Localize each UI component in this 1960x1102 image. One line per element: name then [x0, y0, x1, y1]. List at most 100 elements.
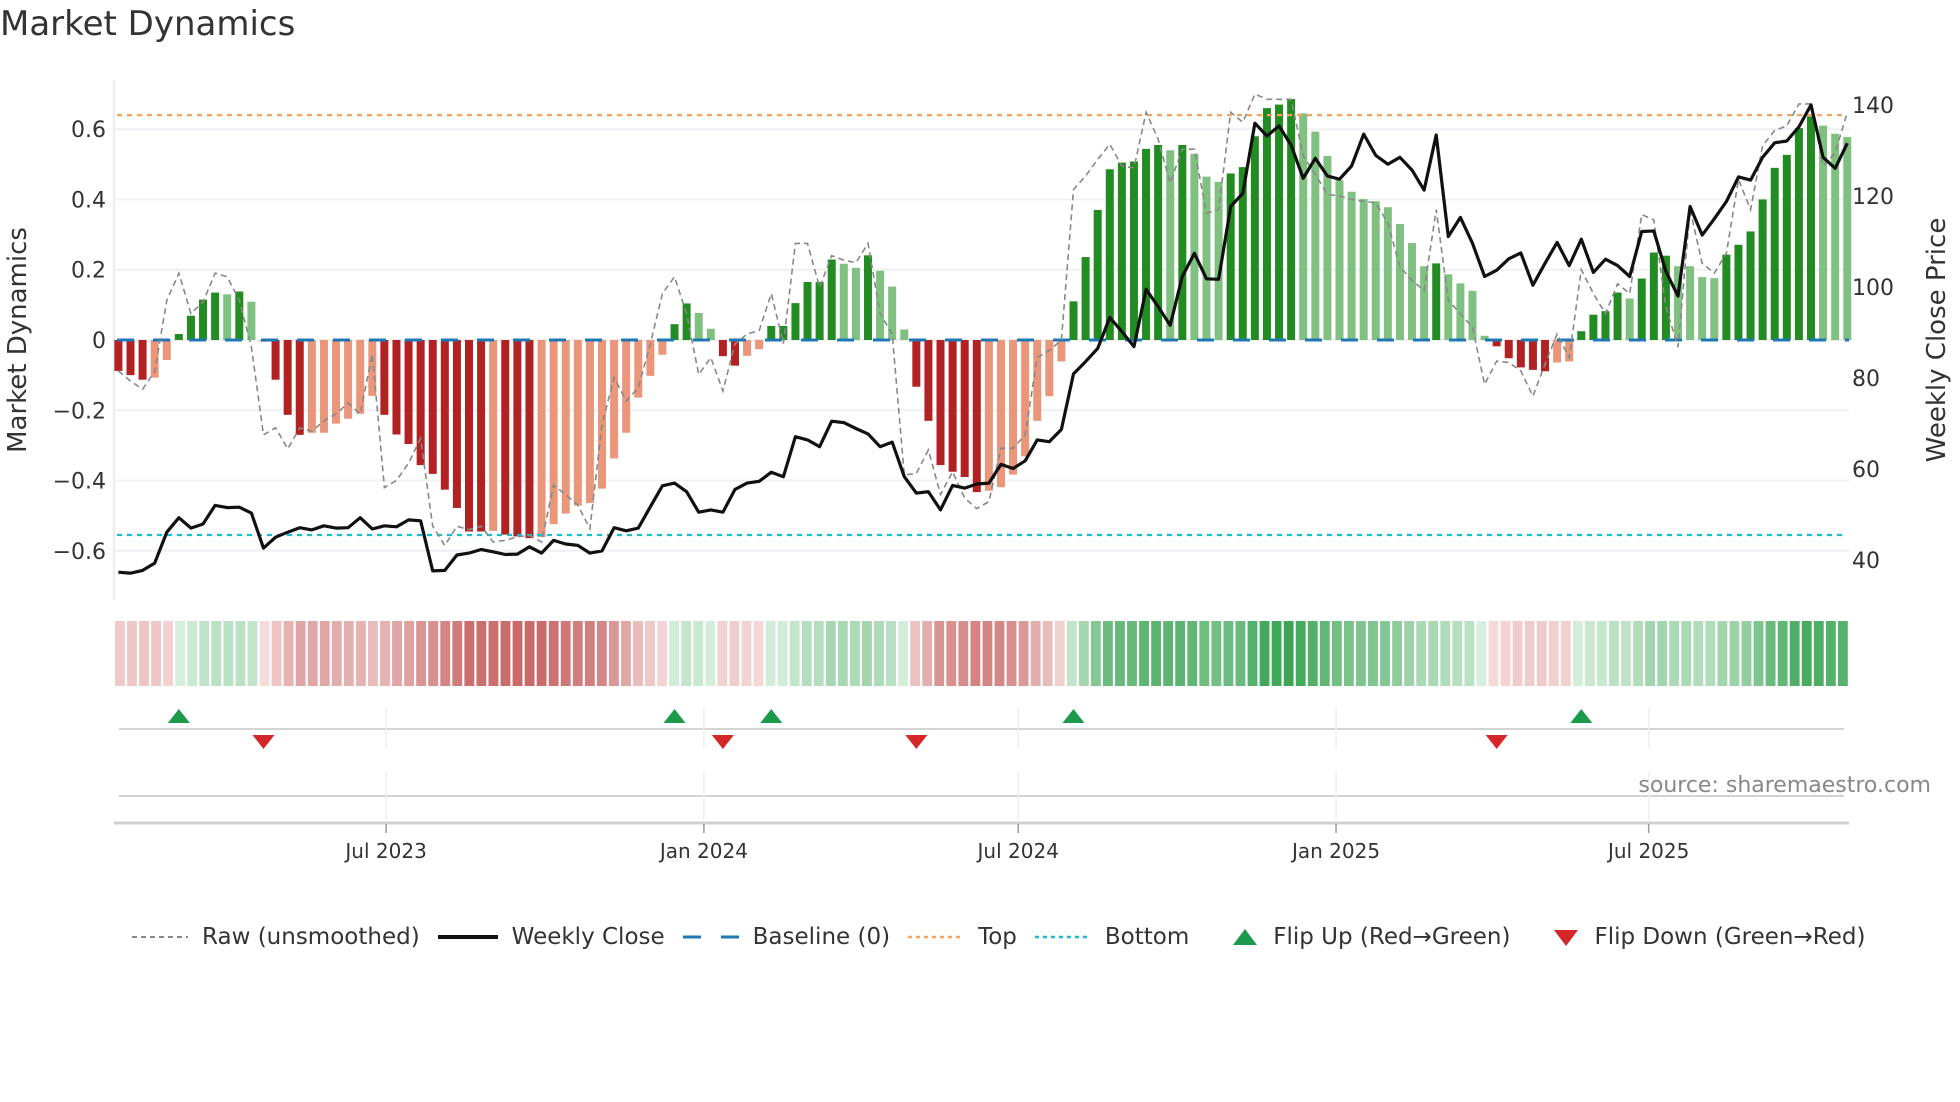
dynamics-bar [1770, 167, 1779, 340]
heat-cell [813, 621, 824, 686]
dynamics-bar [706, 328, 715, 340]
series-lines [117, 93, 1849, 575]
heat-cell [368, 621, 378, 686]
dynamics-bar [1601, 311, 1610, 340]
dynamics-bar [223, 294, 232, 340]
dynamics-bar [1589, 314, 1598, 340]
heat-cell [849, 621, 860, 686]
dynamics-bar [247, 301, 256, 340]
dynamics-bar [174, 334, 183, 340]
dynamics-bar [658, 340, 667, 355]
heat-cell [1488, 621, 1499, 686]
heat-cell [1054, 621, 1065, 686]
heat-cell [1127, 621, 1137, 686]
dynamics-bar [585, 340, 594, 504]
dynamics-bar [767, 325, 776, 340]
dynamics-bar [1299, 113, 1308, 340]
heat-cell [717, 621, 728, 686]
flip-down-marker [252, 735, 275, 749]
dynamics-bar [1710, 278, 1719, 340]
y-tick-label: −0.6 [53, 540, 106, 565]
heat-cell [235, 621, 246, 686]
heat-cell [946, 621, 957, 686]
heat-cell [1416, 621, 1427, 686]
heat-cell [560, 621, 571, 686]
dynamics-bar [1117, 162, 1126, 340]
dynamics-bar [1287, 98, 1296, 340]
heat-cell [1343, 621, 1354, 686]
y-tick-label: −0.2 [53, 399, 106, 424]
heat-cell [777, 621, 788, 686]
heat-cell [1090, 621, 1101, 686]
heat-cell [729, 621, 740, 686]
dynamics-bar [513, 340, 522, 537]
heat-cell [1813, 621, 1824, 686]
dynamics-bar [1323, 155, 1332, 340]
heat-cell [1404, 621, 1415, 686]
flip-markers [119, 709, 1844, 797]
dynamics-bar [525, 340, 534, 539]
heat-cell [476, 621, 487, 686]
x-axis: Jul 2023 Jan 2024 Jul 2024 Jan 2025 Jul 2025 [114, 708, 1849, 863]
dynamics-bar [271, 340, 280, 380]
heat-cell [1476, 621, 1487, 686]
dynamics-bar [1226, 173, 1235, 340]
heat-cell [1078, 621, 1089, 686]
heat-cell [548, 621, 559, 686]
dynamics-bar [863, 255, 872, 340]
heat-cell [958, 621, 969, 686]
dynamics-bar [404, 340, 413, 444]
heat-cell [163, 621, 174, 686]
dynamics-bar [755, 340, 764, 350]
dynamics-bar [791, 303, 800, 340]
heat-cell [1765, 621, 1776, 686]
dynamics-bar [1359, 199, 1368, 340]
dynamics-bar [610, 340, 619, 459]
heat-cell [151, 621, 161, 686]
heat-cell [898, 621, 909, 686]
heat-cell [1584, 621, 1595, 686]
heat-cell [1247, 621, 1258, 686]
source-label: source: sharemaestro.com [1638, 773, 1931, 798]
dynamics-bar [694, 312, 703, 340]
flip-down-marker [1485, 735, 1508, 749]
heat-cell [343, 621, 354, 686]
heat-cell [1633, 621, 1643, 686]
legend-item-flip-down: Flip Down (Green→Red) [1552, 924, 1865, 950]
dynamics-bar [924, 340, 933, 421]
y2-tick-label: 40 [1852, 549, 1880, 574]
dynamics-bar [1637, 278, 1646, 340]
legend: Raw (unsmoothed) Weekly Close Baseline (… [132, 924, 1883, 950]
dynamics-bar [900, 329, 909, 340]
dynamics-bar [561, 340, 570, 514]
dynamics-bar [634, 340, 643, 398]
heat-cell [910, 621, 921, 686]
y-tick-label: 0.2 [71, 259, 106, 284]
heat-cell [1681, 621, 1692, 686]
heat-cell [1464, 621, 1475, 686]
flip-up-marker [1062, 709, 1085, 723]
y-tick-label: 0.6 [71, 118, 106, 143]
dynamics-bar [912, 340, 921, 387]
heat-cell [464, 621, 475, 686]
y2-tick-label: 80 [1852, 367, 1880, 392]
heat-strip [115, 621, 1848, 686]
heat-cell [934, 621, 945, 686]
heat-cell [1428, 621, 1439, 686]
heat-cell [1175, 621, 1186, 686]
heat-cell [1115, 621, 1125, 686]
heat-cell [633, 621, 643, 686]
heat-cell [1235, 621, 1246, 686]
dynamics-bar [1432, 263, 1441, 340]
dynamics-bar [186, 315, 195, 340]
dynamics-bar [283, 340, 292, 415]
legend-label: Weekly Close [511, 924, 665, 950]
heat-cell [1283, 621, 1294, 686]
dynamics-bar [682, 303, 691, 340]
dynamics-bar [1069, 301, 1078, 340]
y2-tick-label: 60 [1852, 458, 1880, 483]
heat-cell [1018, 621, 1029, 686]
dynamics-bar [1625, 298, 1634, 340]
dynamics-bar [1262, 108, 1271, 340]
dynamics-bar [199, 299, 208, 340]
